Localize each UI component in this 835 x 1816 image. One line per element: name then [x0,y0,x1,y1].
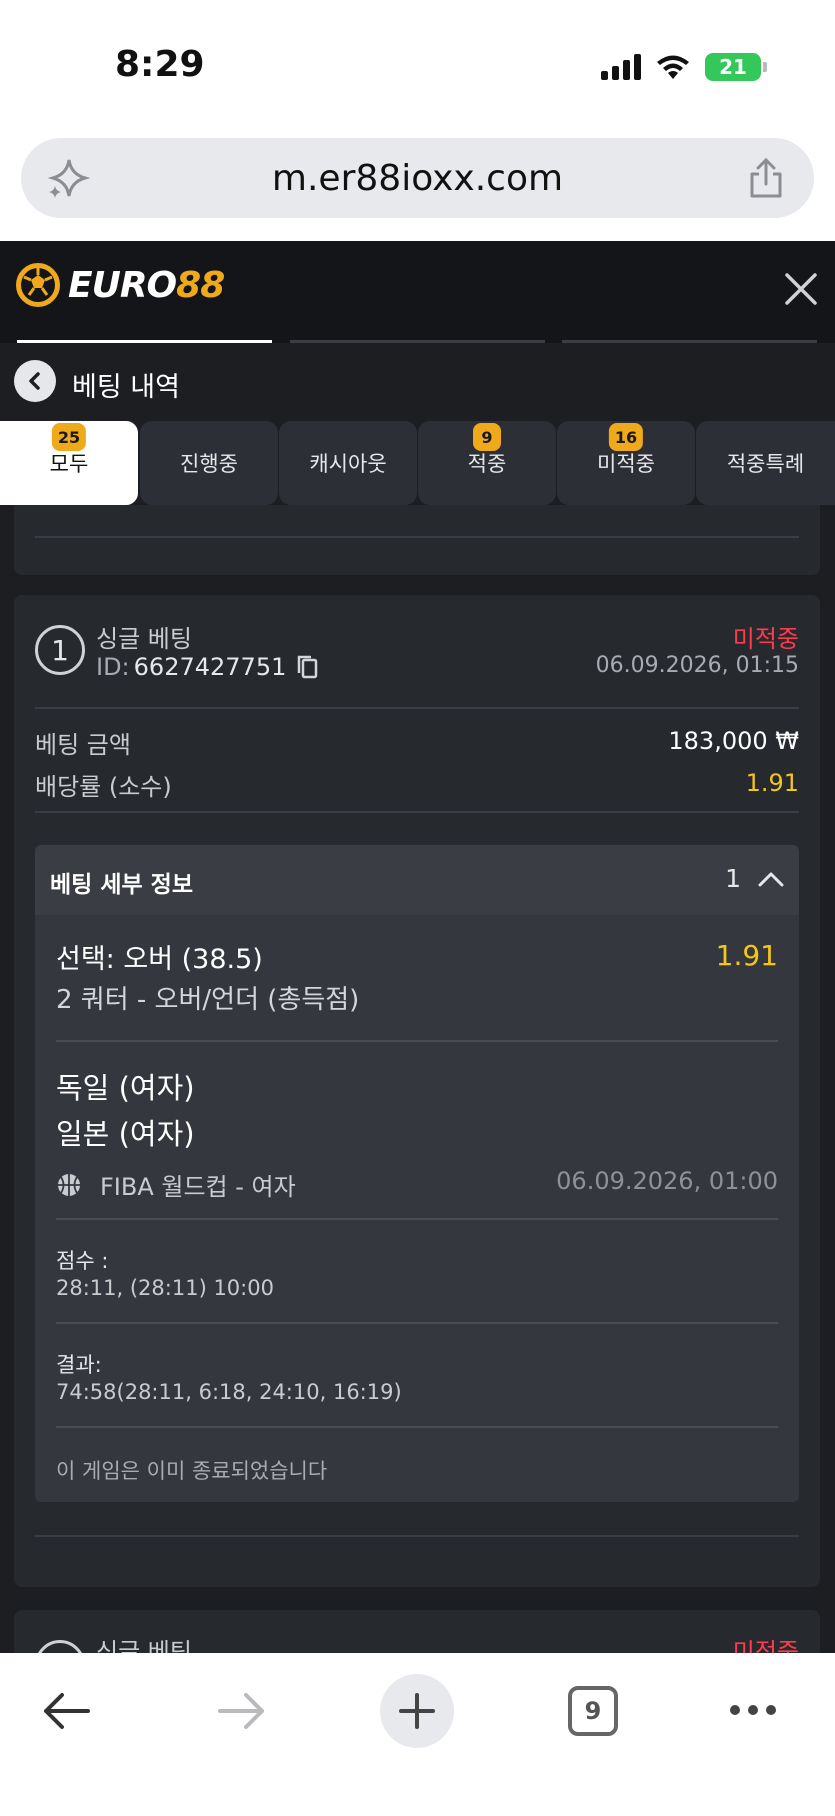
stake-value: 183,000 ₩ [668,727,799,755]
team-home: 독일 (여자) [56,1071,195,1105]
page-title-row: 베팅 내역 [0,343,835,421]
page-title: 베팅 내역 [72,372,180,403]
back-button[interactable] [14,360,56,402]
details-count: 1 [725,864,741,893]
bet-card-previous [14,505,820,575]
divider [56,1322,778,1324]
address-bar[interactable]: m.er88ioxx.com [21,138,814,218]
bet-card-next: 1 싱글 베팅 미적중 [14,1610,820,1653]
copy-icon[interactable] [296,654,320,680]
tab-label: 진행중 [180,452,238,476]
tab-cashout[interactable]: 캐시아웃 [279,421,417,505]
bet-type: 싱글 베팅 [96,1638,192,1653]
tab-label: 미적중 [597,452,655,476]
bet-card: 1 싱글 베팅 ID: 6627427751 미적중 06.09.2026, 0… [14,595,820,1587]
score-label: 점수 : [56,1249,109,1273]
battery-icon: 21 [705,53,767,81]
count-badge: 9 [473,423,501,451]
status-icons: 21 [601,52,767,82]
filter-tabs: 25 모두 진행중 캐시아웃 9 적중 16 미적중 적중특례 [0,421,835,505]
new-tab-button[interactable] [380,1674,454,1748]
bet-details: 선택: 오버 (38.5) 1.91 2 쿼터 - 오버/언더 (총득점) 독일… [35,915,799,1502]
bet-id-value: 6627427751 [133,653,287,681]
close-icon[interactable] [781,269,821,309]
site-header: EURO88 [0,241,835,343]
tab-label: 모두 [49,452,89,476]
divider [56,1040,778,1042]
odds-label: 배당률 (소수) [35,773,172,801]
browser-bottom-bar: 9 [0,1653,835,1816]
forward-arrow-icon[interactable] [216,1689,268,1733]
tabs-button[interactable]: 9 [568,1686,618,1736]
basketball-icon [58,1173,80,1196]
bet-id-label: ID: [96,653,130,681]
tab-count: 9 [584,1697,602,1725]
signal-icon [601,54,641,80]
bet-id: ID: 6627427751 [96,653,320,681]
bet-type: 싱글 베팅 [96,625,192,653]
bet-number: 1 [35,1640,85,1653]
market: 2 쿼터 - 오버/언더 (총득점) [56,985,360,1015]
bet-status: 미적중 [732,625,799,653]
game-ended-note: 이 게임은 이미 종료되었습니다 [56,1459,328,1483]
status-time: 8:29 [115,44,205,85]
result-label: 결과: [56,1353,102,1377]
tab-won[interactable]: 9 적중 [418,421,556,505]
browser-toolbar: m.er88ioxx.com [0,130,835,241]
share-icon[interactable] [746,156,786,200]
divider [35,811,799,813]
tab-special-win[interactable]: 적중특례 [696,421,835,505]
tab-lost[interactable]: 16 미적중 [557,421,695,505]
selection: 선택: 오버 (38.5) [56,944,263,975]
tab-in-progress[interactable]: 진행중 [140,421,278,505]
stake-label: 베팅 금액 [35,731,131,759]
bet-date: 06.09.2026, 01:15 [595,653,799,678]
battery-level: 21 [719,55,747,79]
chevron-left-icon [29,372,40,390]
divider [56,1218,778,1220]
match-date: 06.09.2026, 01:00 [556,1167,778,1195]
league-name: FIBA 월드컵 - 여자 [100,1173,296,1201]
divider [35,707,799,709]
plus-icon [399,1693,435,1729]
bet-details-toggle[interactable]: 베팅 세부 정보 1 [35,845,799,915]
team-away: 일본 (여자) [56,1117,195,1151]
bet-number: 1 [35,625,85,675]
score-value: 28:11, (28:11) 10:00 [56,1276,274,1300]
url-text[interactable]: m.er88ioxx.com [21,158,814,199]
tab-all[interactable]: 25 모두 [0,421,138,505]
wifi-icon [657,55,689,79]
result-value: 74:58(28:11, 6:18, 24:10, 16:19) [56,1380,402,1404]
divider [56,1426,778,1428]
details-title: 베팅 세부 정보 [50,872,193,898]
soccer-ball-icon [16,263,60,307]
bet-status: 미적중 [732,1638,799,1653]
tab-label: 캐시아웃 [309,452,387,476]
divider [35,536,799,538]
divider [35,1535,799,1537]
selection-odds: 1.91 [715,939,778,972]
tab-label: 적중 [467,452,507,476]
chevron-up-icon [758,872,784,887]
site-logo[interactable]: EURO88 [14,261,225,309]
tab-label: 적중특례 [726,452,805,476]
league: FIBA 월드컵 - 여자 [56,1167,296,1202]
back-arrow-icon[interactable] [40,1689,92,1733]
bet-history-list[interactable]: 1 싱글 베팅 ID: 6627427751 미적중 06.09.2026, 0… [0,505,835,1653]
status-bar: 8:29 21 [0,0,835,130]
logo-text: EURO88 [68,264,225,306]
count-badge: 16 [608,423,644,451]
odds-value: 1.91 [745,769,799,797]
count-badge: 25 [51,423,87,451]
more-icon[interactable] [728,1703,778,1717]
